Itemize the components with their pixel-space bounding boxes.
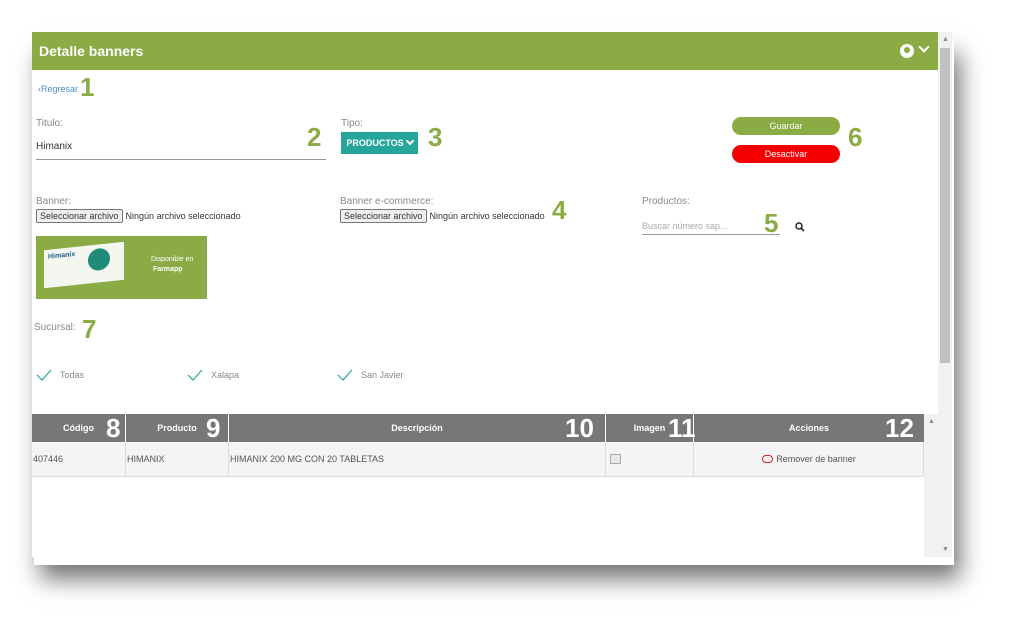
scroll-up-icon[interactable]: ▲	[942, 36, 949, 43]
branch-label: Sucursal:	[34, 322, 76, 333]
marker-9: 9	[206, 413, 221, 443]
product-search-input[interactable]	[642, 218, 780, 235]
user-icon	[900, 44, 914, 59]
type-value: PRODUCTOS	[346, 138, 404, 148]
table-header: Código Producto Descripción Imagen Accio…	[32, 414, 924, 442]
branch-checkbox-todas[interactable]: Todas	[36, 369, 84, 381]
banner-ecommerce-file-input[interactable]: Seleccionar archivo Ningún archivo selecc…	[340, 209, 545, 223]
remove-from-banner-button[interactable]: Remover de banner	[762, 454, 856, 464]
back-link[interactable]: ‹Regresar	[38, 84, 78, 94]
marker-10: 10	[565, 413, 594, 443]
title-input[interactable]: Himanix	[36, 141, 72, 152]
marker-8: 8	[106, 413, 121, 443]
branch-checkbox-xalapa[interactable]: Xalapa	[187, 369, 239, 381]
table-row: 407446 HIMANIX HIMANIX 200 MG CON 20 TAB…	[32, 442, 924, 477]
branch-name: Xalapa	[211, 370, 240, 380]
page-title: Detalle banners	[39, 43, 144, 59]
product-box-graphic: Himanix	[44, 241, 124, 289]
type-label: Tipo:	[341, 118, 363, 129]
marker-12: 12	[885, 413, 914, 443]
header-bar: Detalle banners	[32, 32, 938, 70]
back-label: Regresar	[41, 84, 79, 94]
branch-name: San Javier	[361, 370, 404, 380]
type-dropdown[interactable]: PRODUCTOS	[341, 132, 418, 154]
search-icon[interactable]	[795, 222, 805, 232]
cell-image	[606, 442, 694, 476]
cell-product: HIMANIX	[126, 442, 229, 476]
marker-3: 3	[428, 122, 443, 152]
banner-ecommerce-label: Banner e-commerce:	[340, 196, 434, 207]
scroll-up-icon[interactable]: ▲	[928, 418, 935, 425]
remove-label: Remover de banner	[776, 454, 856, 464]
check-icon	[36, 369, 52, 381]
banner-ecommerce-file-button[interactable]: Seleccionar archivo	[340, 209, 427, 223]
branch-checkbox-san-javier[interactable]: San Javier	[337, 369, 404, 381]
title-underline	[36, 159, 326, 160]
marker-11: 11	[668, 413, 696, 443]
main-scrollbar[interactable]: ▲ ▼	[938, 32, 952, 557]
app-window: Detalle banners ▲ ▼ ‹Regresar 1 Titulo: …	[32, 32, 952, 557]
marker-1: 1	[80, 72, 95, 102]
banner-ecommerce-file-status: Ningún archivo seleccionado	[429, 211, 545, 221]
scroll-thumb[interactable]	[940, 48, 950, 363]
marker-4: 4	[552, 195, 567, 225]
marker-7: 7	[82, 314, 97, 344]
banner-brand-text: Himanix	[48, 250, 76, 261]
user-menu[interactable]	[900, 41, 930, 59]
marker-6: 6	[848, 122, 863, 152]
chevron-down-icon	[405, 136, 414, 146]
banner-file-button[interactable]: Seleccionar archivo	[36, 209, 123, 223]
check-icon	[337, 369, 353, 381]
broken-image-icon	[610, 454, 621, 464]
product-disc-graphic	[88, 247, 110, 272]
banner-text-line1: Disponible en	[151, 256, 194, 263]
banner-text-line2: Farmapp	[153, 266, 183, 273]
cell-code: 407446	[32, 442, 126, 476]
chevron-down-icon	[918, 41, 930, 53]
save-button[interactable]: Guardar	[732, 117, 840, 135]
branch-name: Todas	[60, 370, 85, 380]
banner-file-status: Ningún archivo seleccionado	[125, 211, 241, 221]
marker-2: 2	[307, 122, 322, 152]
header-descripcion[interactable]: Descripción	[229, 414, 606, 442]
table-scrollbar[interactable]: ▲	[924, 414, 938, 557]
marker-5: 5	[764, 208, 779, 238]
cell-actions: Remover de banner	[694, 442, 924, 476]
scroll-down-icon[interactable]: ▼	[942, 546, 949, 553]
banner-preview-image: Himanix Disponible en Farmapp	[36, 236, 207, 299]
banner-label: Banner:	[36, 196, 72, 207]
products-label: Productos:	[642, 196, 690, 207]
title-label: Titulo:	[36, 118, 63, 129]
check-icon	[187, 369, 203, 381]
cell-description: HIMANIX 200 MG CON 20 TABLETAS	[229, 442, 606, 476]
unlink-icon	[762, 455, 774, 463]
deactivate-button[interactable]: Desactivar	[732, 145, 840, 163]
banner-file-input[interactable]: Seleccionar archivo Ningún archivo selecc…	[36, 209, 241, 223]
